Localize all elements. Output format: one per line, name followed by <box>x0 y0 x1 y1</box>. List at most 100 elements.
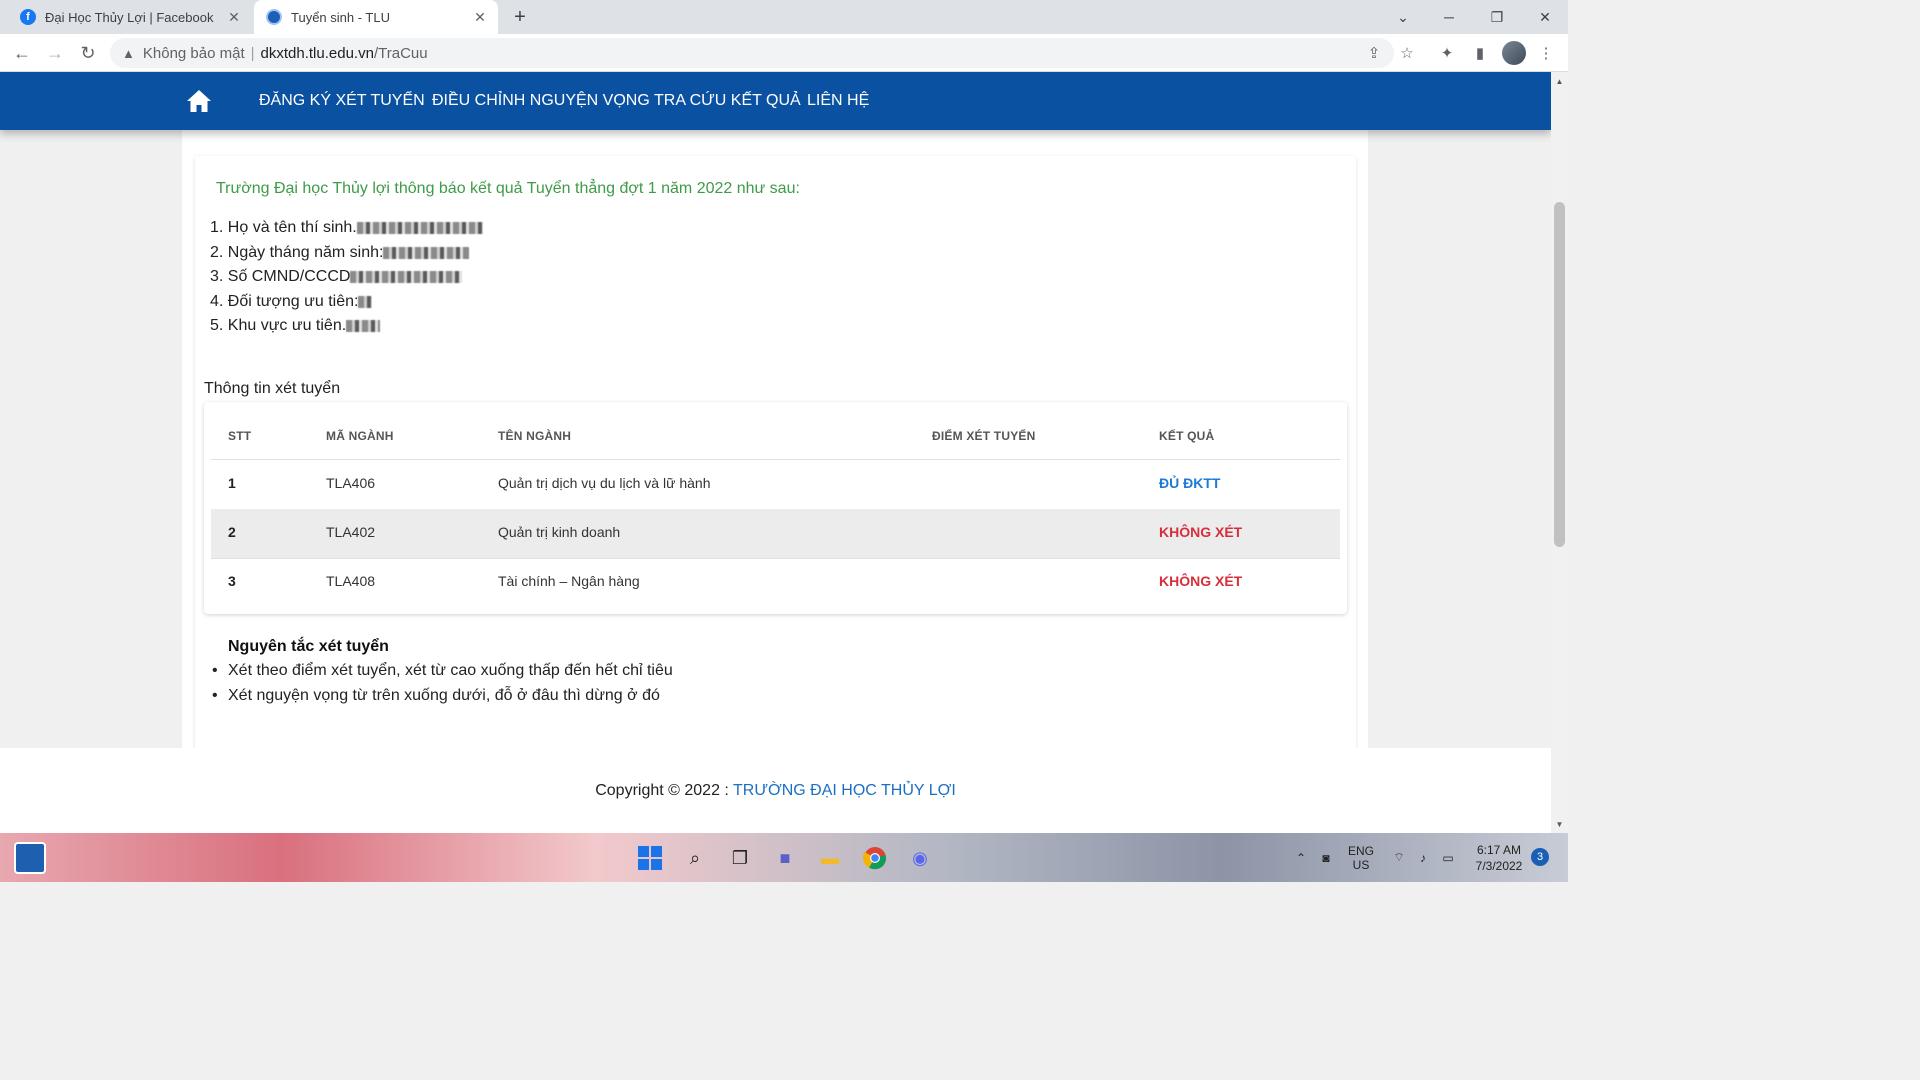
address-bar[interactable]: ▲ Không bảo mật | dkxtdh.tlu.edu.vn /Tra… <box>110 38 1414 68</box>
show-hidden-icons-chevron-up-icon[interactable]: ⌃ <box>1290 833 1312 882</box>
discord-tray-icon[interactable]: ◙ <box>1314 833 1338 882</box>
tab-facebook[interactable]: f Đại Học Thủy Lợi | Facebook ✕ <box>8 0 252 34</box>
security-label: Không bảo mật <box>142 44 245 62</box>
clock-time: 6:17 AM <box>1476 842 1522 857</box>
bookmark-star-icon[interactable]: ☆ <box>1393 38 1421 68</box>
windows-start-icon[interactable] <box>634 842 666 874</box>
list-item: 5. Khu vực ưu tiên. <box>210 314 483 339</box>
row-code: TLA408 <box>326 573 376 589</box>
discord-icon[interactable]: ◉ <box>904 842 936 874</box>
file-explorer-icon[interactable]: ▬ <box>814 842 846 874</box>
info-label: 3. Số CMND/CCCD <box>210 268 351 285</box>
column-header-stt: STT <box>228 429 252 443</box>
info-label: 5. Khu vực ưu tiên. <box>210 317 347 334</box>
info-label: 4. Đối tượng ưu tiên: <box>210 292 359 310</box>
share-icon[interactable]: ⇪ <box>1360 38 1388 68</box>
facebook-icon: f <box>20 9 36 25</box>
search-icon[interactable]: ⌕ <box>679 842 711 874</box>
extensions-puzzle-icon[interactable]: ✦ <box>1434 40 1460 66</box>
row-result: KHÔNG XÉT <box>1159 524 1243 540</box>
row-code: TLA406 <box>326 475 376 491</box>
scroll-down-arrow-icon[interactable]: ▼ <box>1551 817 1568 831</box>
list-item: 1. Họ và tên thí sinh. <box>210 216 483 241</box>
redacted-value <box>383 246 470 259</box>
language-indicator[interactable]: ENG US <box>1344 833 1378 882</box>
wifi-icon[interactable]: ⌔ <box>1388 833 1410 882</box>
new-tab-button[interactable]: + <box>508 5 532 29</box>
list-item: Xét nguyện vọng từ trên xuống dưới, đỗ ở… <box>212 684 673 709</box>
redacted-value <box>346 320 381 333</box>
row-name: Tài chính – Ngân hàng <box>498 573 640 589</box>
warning-icon: ▲ <box>122 45 135 61</box>
more-menu-icon[interactable]: ⋮ <box>1533 40 1559 66</box>
clock-date: 7/3/2022 <box>1475 858 1523 873</box>
row-code: TLA402 <box>326 524 376 540</box>
table-row: 2 TLA402 Quản trị kinh doanh KHÔNG XÉT <box>211 509 1340 558</box>
lang-top: ENG <box>1347 843 1374 858</box>
widgets-icon[interactable] <box>14 842 46 874</box>
taskbar: ⌕ ❐ ■ ▬ ◉ ⌃ ◙ ENG US ⌔ ♪ ▭ 6:17 AM 7/3/2… <box>0 833 1568 882</box>
browser-toolbar: ← → ↻ ▲ Không bảo mật | dkxtdh.tlu.edu.v… <box>0 34 1568 72</box>
lang-bottom: US <box>1352 857 1370 872</box>
chrome-icon[interactable] <box>859 842 891 874</box>
teams-chat-icon[interactable]: ■ <box>769 842 801 874</box>
nav-register[interactable]: ĐĂNG KÝ XÉT TUYỂN <box>259 92 425 110</box>
section-title: Thông tin xét tuyển <box>204 380 341 397</box>
side-panel-icon[interactable]: ▮ <box>1467 40 1493 66</box>
close-window-button[interactable]: ✕ <box>1522 0 1568 34</box>
column-header-name: TÊN NGÀNH <box>498 429 572 443</box>
reload-icon[interactable]: ↻ <box>75 40 101 66</box>
nav-lookup-results[interactable]: TRA CỨU KẾT QUẢ <box>654 92 801 110</box>
back-arrow-icon[interactable]: ← <box>9 40 35 66</box>
redacted-value <box>350 271 463 284</box>
close-icon[interactable]: ✕ <box>470 7 490 27</box>
row-stt: 2 <box>228 524 236 540</box>
announcement: Trường Đại học Thủy lợi thông báo kết qu… <box>216 180 800 197</box>
tab-title: Tuyển sinh - TLU <box>291 9 390 25</box>
page-scrollbar[interactable]: ▲ ▼ <box>1551 72 1568 833</box>
copyright: Copyright © 2022 : TRƯỜNG ĐẠI HỌC THỦY L… <box>0 782 1551 800</box>
volume-icon[interactable]: ♪ <box>1412 833 1434 882</box>
tlu-logo-icon <box>266 9 282 25</box>
page-viewport: Trường Đại học Thủy lợi thông báo kết qu… <box>0 72 1551 833</box>
redacted-value <box>356 222 483 235</box>
copyright-prefix: Copyright © 2022 : <box>595 782 734 799</box>
row-result: KHÔNG XÉT <box>1159 573 1243 589</box>
scrollbar-thumb[interactable] <box>1554 202 1565 547</box>
scroll-up-arrow-icon[interactable]: ▲ <box>1551 74 1568 88</box>
nav-adjust-wishes[interactable]: ĐIỀU CHỈNH NGUYỆN VỌNG <box>432 92 650 110</box>
avatar[interactable] <box>1502 41 1526 65</box>
info-label: 2. Ngày tháng năm sinh: <box>210 243 384 261</box>
tab-search-icon[interactable]: ⌄ <box>1380 0 1426 34</box>
footer: Copyright © 2022 : TRƯỜNG ĐẠI HỌC THỦY L… <box>0 748 1551 833</box>
url-path: /TraCuu <box>373 44 428 62</box>
forward-arrow-icon[interactable]: → <box>42 40 68 66</box>
home-icon[interactable] <box>186 89 212 113</box>
row-name: Quản trị kinh doanh <box>498 524 621 540</box>
table-row: 1 TLA406 Quản trị dịch vụ du lịch và lữ … <box>211 460 1340 509</box>
tab-tuyen-sinh[interactable]: Tuyển sinh - TLU ✕ <box>254 0 498 34</box>
list-item: 2. Ngày tháng năm sinh: <box>210 241 483 266</box>
list-item: Xét theo điểm xét tuyển, xét từ cao xuốn… <box>212 659 673 684</box>
info-label: 1. Họ và tên thí sinh. <box>210 219 357 236</box>
task-view-icon[interactable]: ❐ <box>724 842 756 874</box>
column-header-code: MÃ NGÀNH <box>326 429 394 443</box>
candidate-info-list: 1. Họ và tên thí sinh. 2. Ngày tháng năm… <box>210 216 483 339</box>
table-row: 3 TLA408 Tài chính – Ngân hàng KHÔNG XÉT <box>211 558 1340 607</box>
list-item: 4. Đối tượng ưu tiên: <box>210 290 483 315</box>
tab-title: Đại Học Thủy Lợi | Facebook <box>45 9 214 25</box>
row-result: ĐỦ ĐKTT <box>1159 475 1221 491</box>
row-name: Quản trị dịch vụ du lịch và lữ hành <box>498 475 711 491</box>
nav-contact[interactable]: LIÊN HỆ <box>807 92 869 110</box>
column-header-result: KẾT QUẢ <box>1159 429 1215 443</box>
notification-badge[interactable]: 3 <box>1531 848 1549 866</box>
minimize-button[interactable]: ─ <box>1426 0 1472 34</box>
row-stt: 1 <box>228 475 236 491</box>
battery-icon[interactable]: ▭ <box>1436 833 1460 882</box>
clock[interactable]: 6:17 AM 7/3/2022 <box>1466 833 1532 882</box>
restore-button[interactable]: ❐ <box>1474 0 1520 34</box>
close-icon[interactable]: ✕ <box>224 7 244 27</box>
url-host: dkxtdh.tlu.edu.vn <box>260 44 374 62</box>
school-link[interactable]: TRƯỜNG ĐẠI HỌC THỦY LỢI <box>733 782 956 799</box>
column-header-score: ĐIỂM XÉT TUYỂN <box>932 429 1036 443</box>
